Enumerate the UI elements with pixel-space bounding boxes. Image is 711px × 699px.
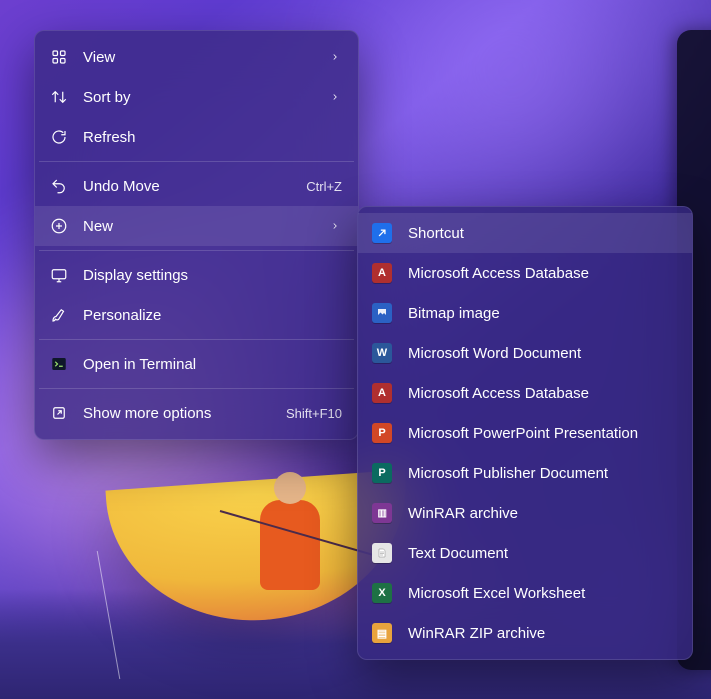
chevron-right-icon [328,50,342,64]
menu-item-display-settings[interactable]: Display settings [35,255,358,295]
zip-icon: ▤ [372,623,392,643]
submenu-item-shortcut[interactable]: Shortcut [358,213,692,253]
menu-item-accelerator: Shift+F10 [286,406,342,421]
submenu-item-bitmap-image[interactable]: Bitmap image [358,293,692,333]
menu-item-label: Personalize [83,307,342,324]
menu-separator [39,250,354,251]
winrar-icon: ▥ [372,503,392,523]
wallpaper-figure [260,500,320,590]
menu-separator [39,161,354,162]
terminal-icon [49,354,69,374]
submenu-item-label: Microsoft Word Document [408,345,676,362]
refresh-icon [49,127,69,147]
menu-item-show-more-options[interactable]: Show more options Shift+F10 [35,393,358,433]
menu-item-open-in-terminal[interactable]: Open in Terminal [35,344,358,384]
menu-item-label: Open in Terminal [83,356,342,373]
access-icon: A [372,383,392,403]
submenu-item-label: WinRAR archive [408,505,676,522]
menu-item-new[interactable]: New [35,206,358,246]
undo-icon [49,176,69,196]
menu-item-label: Refresh [83,129,342,146]
submenu-item-microsoft-access-database[interactable]: A Microsoft Access Database [358,253,692,293]
menu-item-accelerator: Ctrl+Z [306,179,342,194]
menu-separator [39,339,354,340]
sort-icon [49,87,69,107]
menu-item-undo-move[interactable]: Undo Move Ctrl+Z [35,166,358,206]
expand-icon [49,403,69,423]
menu-item-refresh[interactable]: Refresh [35,117,358,157]
submenu-item-winrar-zip-archive[interactable]: ▤ WinRAR ZIP archive [358,613,692,653]
menu-item-label: View [83,49,314,66]
menu-item-label: Sort by [83,89,314,106]
submenu-item-label: Text Document [408,545,676,562]
new-submenu: Shortcut A Microsoft Access Database Bitmap… [357,206,693,660]
access-icon: A [372,263,392,283]
shortcut-icon [372,223,392,243]
chevron-right-icon [328,219,342,233]
menu-item-label: New [83,218,314,235]
display-icon [49,265,69,285]
submenu-item-label: WinRAR ZIP archive [408,625,676,642]
powerpoint-icon: P [372,423,392,443]
submenu-item-label: Shortcut [408,225,676,242]
submenu-item-label: Microsoft PowerPoint Presentation [408,425,676,442]
chevron-right-icon [328,90,342,104]
submenu-item-microsoft-publisher-document[interactable]: P Microsoft Publisher Document [358,453,692,493]
text-icon [372,543,392,563]
bitmap-icon [372,303,392,323]
submenu-item-label: Microsoft Access Database [408,265,676,282]
submenu-item-label: Bitmap image [408,305,676,322]
submenu-item-text-document[interactable]: Text Document [358,533,692,573]
menu-item-sort-by[interactable]: Sort by [35,77,358,117]
submenu-item-microsoft-access-database[interactable]: A Microsoft Access Database [358,373,692,413]
submenu-item-label: Microsoft Publisher Document [408,465,676,482]
menu-item-personalize[interactable]: Personalize [35,295,358,335]
excel-icon: X [372,583,392,603]
grid-icon [49,47,69,67]
publisher-icon: P [372,463,392,483]
submenu-item-winrar-archive[interactable]: ▥ WinRAR archive [358,493,692,533]
word-icon: W [372,343,392,363]
desktop-context-menu: View Sort by Refresh Undo Move Ctrl+Z New Disp… [34,30,359,440]
menu-separator [39,388,354,389]
menu-item-view[interactable]: View [35,37,358,77]
menu-item-label: Display settings [83,267,342,284]
submenu-item-label: Microsoft Access Database [408,385,676,402]
submenu-item-microsoft-word-document[interactable]: W Microsoft Word Document [358,333,692,373]
submenu-item-label: Microsoft Excel Worksheet [408,585,676,602]
submenu-item-microsoft-powerpoint-presentation[interactable]: P Microsoft PowerPoint Presentation [358,413,692,453]
submenu-item-microsoft-excel-worksheet[interactable]: X Microsoft Excel Worksheet [358,573,692,613]
menu-item-label: Show more options [83,405,264,422]
brush-icon [49,305,69,325]
plus-icon [49,216,69,236]
menu-item-label: Undo Move [83,178,284,195]
